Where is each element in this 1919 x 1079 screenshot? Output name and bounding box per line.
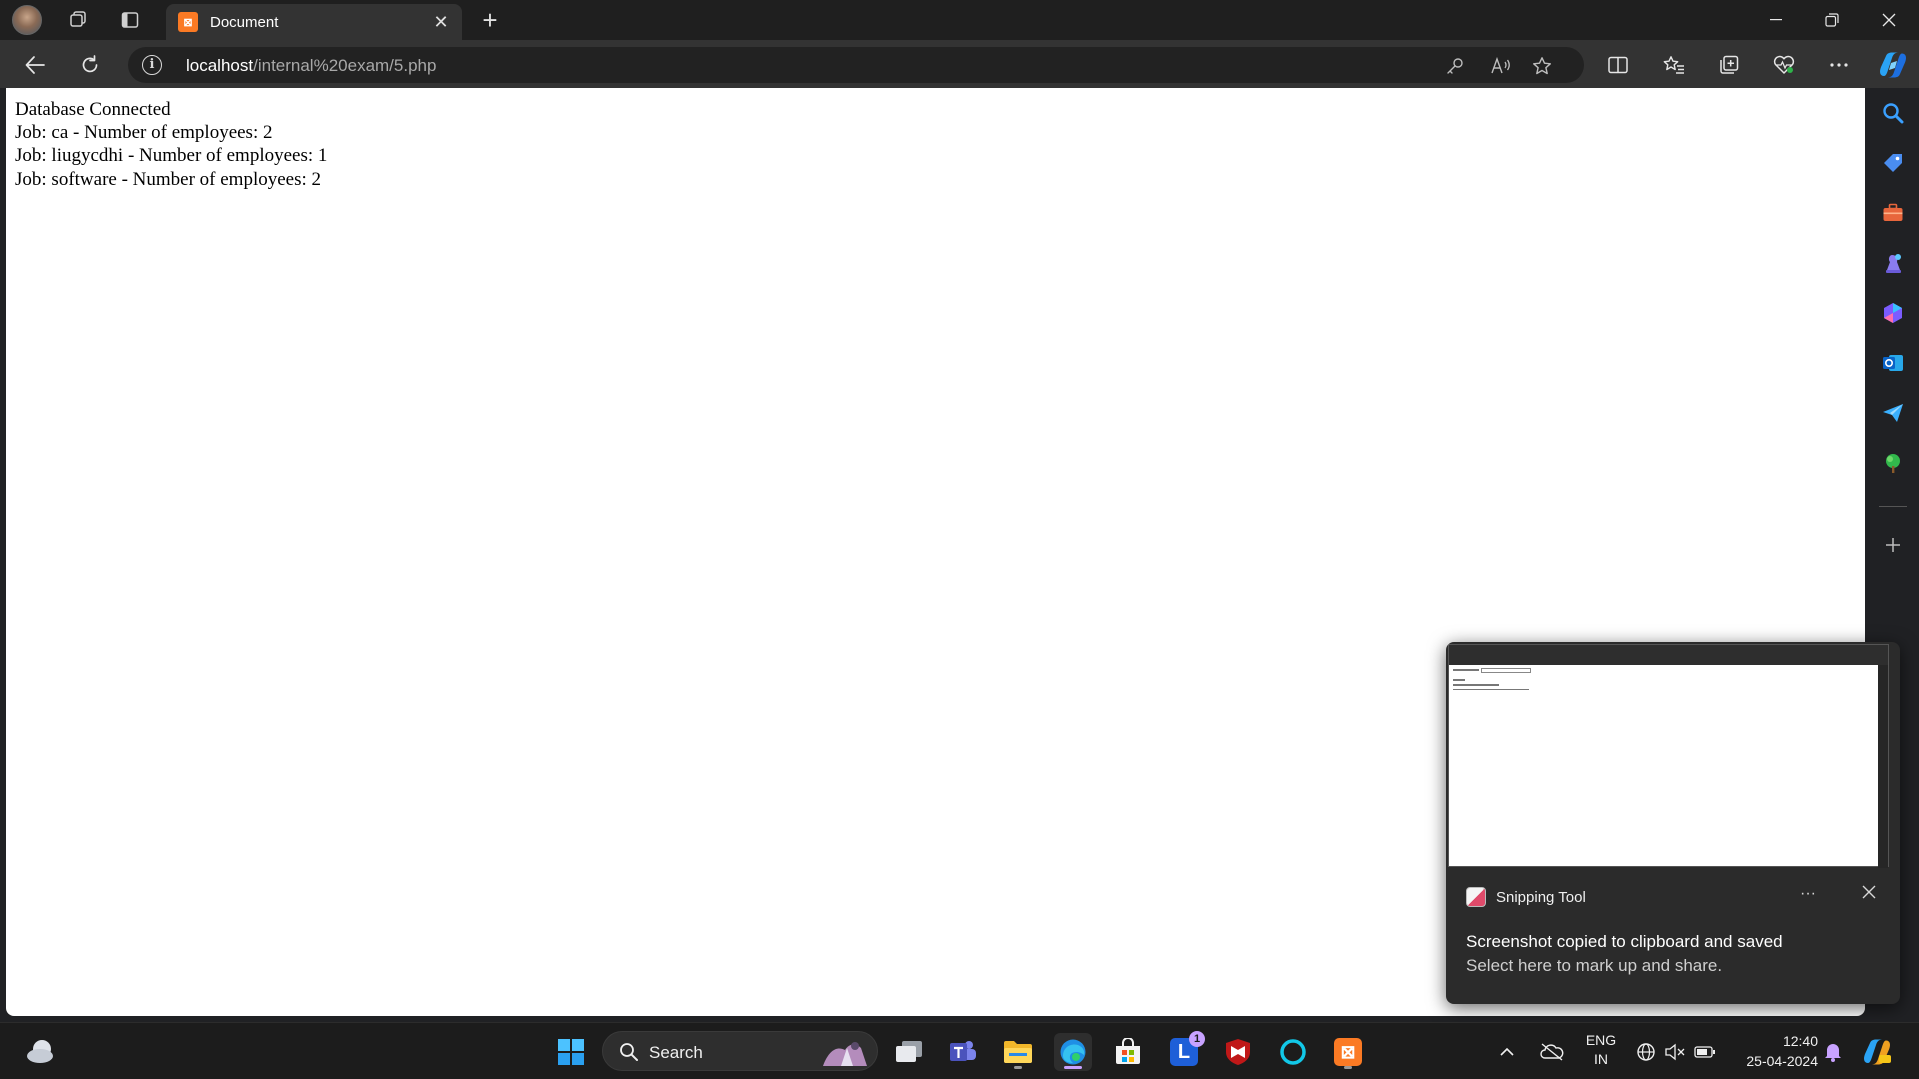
job-line: Job: liugycdhi - Number of employees: 1 [15, 145, 328, 167]
screenshot-thumbnail[interactable] [1448, 644, 1889, 868]
task-view-icon[interactable] [890, 1033, 928, 1071]
job-line: Job: ca - Number of employees: 2 [15, 122, 273, 144]
address-bar[interactable]: i localhost/internal%20exam/5.php [128, 47, 1584, 83]
toast-more-button[interactable]: ··· [1800, 885, 1816, 903]
browser-tab-active[interactable]: ⊠ Document ✕ [166, 4, 462, 40]
job-line: Job: software - Number of employees: 2 [15, 168, 322, 190]
url-host: localhost [186, 56, 254, 75]
snipping-tool-icon [1466, 887, 1486, 907]
battery-icon[interactable] [1690, 1033, 1720, 1071]
network-globe-icon[interactable] [1631, 1033, 1661, 1071]
profile-avatar[interactable] [12, 5, 42, 35]
split-screen-icon[interactable] [1601, 48, 1635, 82]
clock-date: 25-04-2024 [1746, 1053, 1818, 1069]
toast-close-icon[interactable] [1862, 882, 1876, 905]
thumbnail-titlebar [1449, 645, 1888, 665]
start-windows-icon[interactable] [552, 1033, 590, 1071]
read-aloud-icon[interactable] [1490, 55, 1512, 77]
thumbnail-input [1481, 668, 1531, 673]
file-explorer-icon[interactable] [999, 1033, 1037, 1071]
weather-cloud-icon[interactable] [26, 1037, 56, 1065]
thumbnail-text [1453, 679, 1465, 681]
language-indicator[interactable]: ENG IN [1580, 1031, 1622, 1069]
running-indicator [1014, 1066, 1022, 1069]
browser-essentials-icon[interactable] [1767, 48, 1801, 82]
tree-icon[interactable] [1880, 450, 1906, 476]
site-info-icon[interactable]: i [142, 55, 162, 75]
notification-badge: 1 [1189, 1031, 1205, 1047]
close-window-button[interactable] [1862, 0, 1916, 40]
xampp-taskbar-icon[interactable]: ⊠ [1329, 1033, 1367, 1071]
search-highlight-art [819, 1036, 871, 1068]
search-label: Search [649, 1043, 703, 1062]
microsoft-store-icon[interactable] [1109, 1033, 1147, 1071]
more-options-icon[interactable] [1822, 48, 1856, 82]
xampp-tile: ⊠ [1334, 1038, 1362, 1066]
db-status-line: Database Connected [15, 99, 171, 120]
thumbnail-text [1453, 684, 1499, 686]
onedrive-off-icon[interactable] [1537, 1033, 1567, 1071]
navigation-bar: i localhost/internal%20exam/5.php [0, 40, 1919, 88]
restore-button[interactable] [1805, 0, 1859, 40]
mcafee-shield-icon[interactable] [1219, 1033, 1257, 1071]
language-code: ENG [1585, 1032, 1617, 1048]
tab-title: Document [210, 13, 279, 31]
back-button[interactable] [18, 48, 52, 82]
new-tab-button[interactable]: + [476, 5, 504, 35]
taskbar: Search L 1 ⊠ ENG IN 12:40 25-04-2024 [0, 1022, 1919, 1079]
favorite-star-icon[interactable] [1531, 55, 1553, 77]
toast-app-header: Snipping Tool [1466, 887, 1586, 907]
active-indicator [1064, 1066, 1082, 1069]
url-text[interactable]: localhost/internal%20exam/5.php [186, 56, 436, 76]
edge-browser-icon[interactable] [1054, 1033, 1092, 1071]
shopping-tag-icon[interactable] [1880, 150, 1906, 176]
copilot-icon[interactable] [1876, 48, 1910, 82]
teams-icon[interactable] [944, 1033, 982, 1071]
taskbar-clock[interactable]: 12:40 25-04-2024 [1734, 1031, 1818, 1071]
minimize-button[interactable] [1749, 0, 1803, 40]
toast-message: Screenshot copied to clipboard and saved [1466, 932, 1783, 951]
collections-icon[interactable] [1712, 48, 1746, 82]
thumbnail-text [1453, 689, 1529, 690]
search-icon [619, 1042, 639, 1067]
copilot-taskbar-icon[interactable] [1858, 1033, 1896, 1071]
thumbnail-sidebar [1878, 665, 1888, 868]
password-key-icon[interactable] [1444, 55, 1466, 77]
toast-app-name: Snipping Tool [1496, 888, 1586, 906]
region-code: IN [1594, 1051, 1608, 1067]
url-path: /internal%20exam/5.php [253, 56, 437, 75]
running-indicator [1344, 1066, 1352, 1069]
outlook-icon[interactable] [1880, 350, 1906, 376]
page-content: Database Connected Job: ca - Number of e… [15, 98, 327, 191]
snipping-tool-notification[interactable]: Snipping Tool ··· Screenshot copied to c… [1446, 642, 1900, 1004]
sidebar-search-icon[interactable] [1880, 100, 1906, 126]
l-app-icon[interactable]: L 1 [1165, 1031, 1205, 1071]
sidebar-divider [1879, 506, 1907, 507]
sidebar-add-icon[interactable] [1880, 532, 1906, 558]
copilot-hex-icon[interactable] [1880, 300, 1906, 326]
vertical-tabs-icon[interactable] [114, 6, 146, 34]
notification-bell-icon[interactable] [1818, 1033, 1848, 1071]
tab-close-icon[interactable]: ✕ [428, 9, 454, 35]
taskbar-search[interactable]: Search [602, 1031, 878, 1071]
send-paper-plane-icon[interactable] [1880, 400, 1906, 426]
cortana-ring-icon[interactable] [1274, 1033, 1312, 1071]
games-chess-icon[interactable] [1880, 250, 1906, 276]
refresh-button[interactable] [73, 48, 107, 82]
thumbnail-text [1453, 669, 1479, 671]
volume-muted-icon[interactable] [1660, 1033, 1690, 1071]
title-bar: ⊠ Document ✕ + [0, 0, 1919, 40]
workspaces-icon[interactable] [62, 6, 94, 34]
tools-briefcase-icon[interactable] [1880, 200, 1906, 226]
xampp-icon: ⊠ [178, 12, 198, 32]
tray-overflow-chevron-icon[interactable] [1494, 1033, 1520, 1071]
favorites-icon[interactable] [1657, 48, 1691, 82]
clock-time: 12:40 [1782, 1033, 1818, 1049]
toast-subtext: Select here to mark up and share. [1466, 956, 1723, 975]
